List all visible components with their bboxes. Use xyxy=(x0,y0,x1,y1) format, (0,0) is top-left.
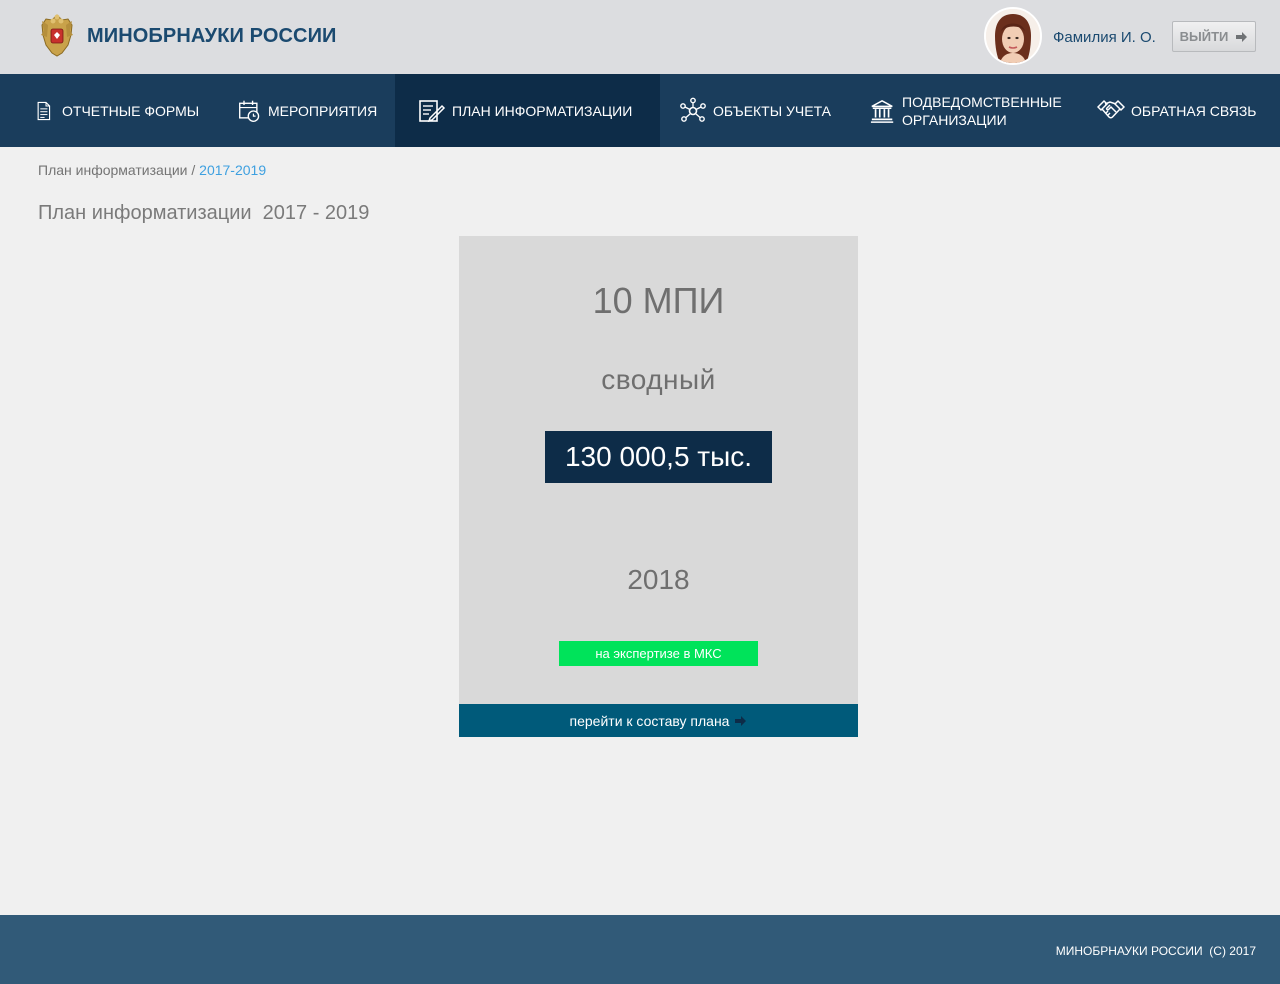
nav-label-line1: ПОДВЕДОМСТВЕННЫЕ xyxy=(902,93,1062,110)
plan-amount: 130 000,5 тыс. xyxy=(545,431,772,483)
header: МИНОБРНАУКИ РОССИИ Фамилия И. О. ВЫЙТИ xyxy=(0,0,1280,74)
avatar[interactable] xyxy=(984,7,1042,65)
breadcrumb-separator: / xyxy=(187,162,200,178)
copyright: МИНОБРНАУКИ РОССИИ (С) 2017 xyxy=(1055,944,1256,958)
arrow-right-icon xyxy=(1236,31,1248,42)
nav-item-informatization-plan[interactable]: ПЛАН ИНФОРМАТИЗАЦИИ xyxy=(395,74,660,147)
plan-composition-label: перейти к составу плана xyxy=(569,712,730,729)
nav-label: ПОДВЕДОМСТВЕННЫЕ ОРГАНИЗАЦИИ xyxy=(902,93,1062,129)
plan-name: 10 МПИ xyxy=(592,280,725,321)
breadcrumb: План информатизации / 2017-2019 xyxy=(38,162,266,178)
logout-button[interactable]: ВЫЙТИ xyxy=(1172,21,1256,52)
plan-year: 2018 xyxy=(627,564,690,595)
plan-composition-link[interactable]: перейти к составу плана xyxy=(459,704,858,737)
user-name[interactable]: Фамилия И. О. xyxy=(1053,29,1156,46)
nav-item-feedback[interactable]: ОБРАТНАЯ СВЯЗЬ xyxy=(1097,74,1256,147)
logout-label: ВЫЙТИ xyxy=(1179,29,1229,44)
institution-icon xyxy=(870,99,894,123)
breadcrumb-parent[interactable]: План информатизации xyxy=(38,162,187,178)
handshake-icon xyxy=(1097,99,1125,118)
nav-label: МЕРОПРИЯТИЯ xyxy=(268,102,378,119)
nav-item-accounting-objects[interactable]: ОБЪЕКТЫ УЧЕТА xyxy=(679,74,831,147)
document-icon xyxy=(37,101,51,120)
footer: МИНОБРНАУКИ РОССИИ (С) 2017 xyxy=(0,915,1280,984)
nav-label-line2: ОРГАНИЗАЦИИ xyxy=(902,111,1007,128)
coat-of-arms-logo[interactable] xyxy=(38,13,76,57)
arrow-right-icon xyxy=(735,715,747,726)
main-nav: ОТЧЕТНЫЕ ФОРМЫ МЕРОПРИЯТИЯ ПЛАН ИНФОРМАТ… xyxy=(0,74,1280,147)
plan-edit-icon xyxy=(419,99,446,122)
nav-item-events[interactable]: МЕРОПРИЯТИЯ xyxy=(238,74,377,147)
nav-item-subordinate-organizations[interactable]: ПОДВЕДОМСТВЕННЫЕ ОРГАНИЗАЦИИ xyxy=(870,74,1062,147)
plan-type: сводный xyxy=(601,364,716,395)
user-photo xyxy=(986,9,1040,63)
breadcrumb-current[interactable]: 2017-2019 xyxy=(199,162,266,178)
calendar-clock-icon xyxy=(239,100,260,122)
status-badge: на экспертизе в МКС xyxy=(559,641,758,666)
nav-label: ПЛАН ИНФОРМАТИЗАЦИИ xyxy=(452,102,633,119)
brand-title: МИНОБРНАУКИ РОССИИ xyxy=(87,25,337,47)
page-title: План информатизации 2017 - 2019 xyxy=(38,202,370,224)
nav-label: ОБРАТНАЯ СВЯЗЬ xyxy=(1131,102,1257,119)
nav-label: ОБЪЕКТЫ УЧЕТА xyxy=(713,102,832,119)
nav-label: ОТЧЕТНЫЕ ФОРМЫ xyxy=(62,102,200,119)
nav-item-reporting-forms[interactable]: ОТЧЕТНЫЕ ФОРМЫ xyxy=(36,74,199,147)
network-icon xyxy=(680,97,706,122)
